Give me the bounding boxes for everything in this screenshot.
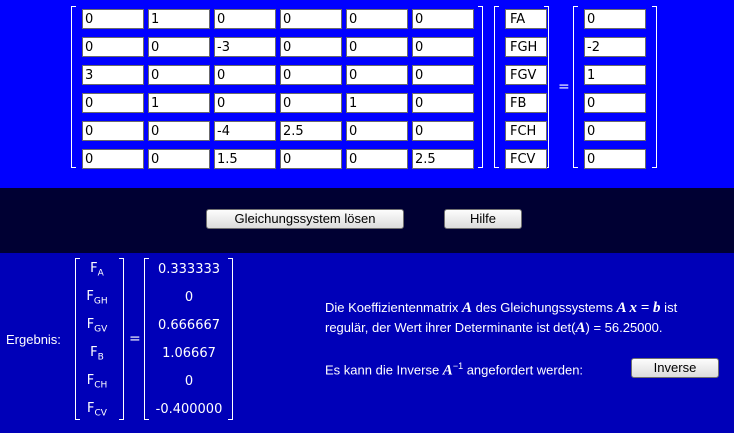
result-value: 0.666667 (157, 318, 221, 333)
equals-sign: = (558, 79, 570, 95)
result-value: 0 (184, 374, 194, 389)
symbols-bracket-left (75, 258, 80, 420)
rhs-cell[interactable]: 1 (584, 65, 646, 85)
matrix-cell[interactable]: 0 (82, 149, 144, 169)
result-equals-sign: = (129, 331, 141, 347)
matrix-cell[interactable]: 0 (82, 121, 144, 141)
matrix-cell[interactable]: 1 (148, 9, 210, 29)
matrix-cell[interactable]: 0 (280, 149, 342, 169)
matrix-cell[interactable]: 0 (412, 37, 474, 57)
matrix-cell[interactable]: 3 (82, 65, 144, 85)
matrix-cell[interactable]: 0 (280, 9, 342, 29)
solve-system-button[interactable]: Gleichungssystem lösen (206, 209, 404, 229)
rhs-bracket-right (652, 6, 657, 168)
matrix-cell[interactable]: 0 (148, 149, 210, 169)
message-line-3: Es kann die Inverse A−1 angefordert werd… (325, 361, 584, 379)
result-symbol: FGH (86, 289, 108, 307)
values-bracket-right (228, 258, 233, 420)
matrix-cell[interactable]: 1.5 (214, 149, 276, 169)
matrix-cell[interactable]: 1 (148, 93, 210, 113)
matrix-cell[interactable]: 0 (412, 121, 474, 141)
matrix-bracket-right (478, 6, 483, 168)
variables-bracket-right (544, 6, 549, 168)
result-value: 0.333333 (157, 262, 221, 277)
message-line-1: Die Koeffizientenmatrix A des Gleichungs… (325, 300, 678, 316)
rhs-cell[interactable]: 0 (584, 121, 646, 141)
variable-cell[interactable]: FA (505, 9, 547, 29)
matrix-cell[interactable]: 0 (82, 93, 144, 113)
variable-cell[interactable]: FGV (505, 65, 547, 85)
matrix-cell[interactable]: 0 (280, 93, 342, 113)
variable-cell[interactable]: FCH (505, 121, 547, 141)
result-value: 0 (184, 290, 194, 305)
result-value: -0.400000 (155, 402, 223, 417)
variables-bracket-left (494, 6, 499, 168)
matrix-cell[interactable]: 0 (346, 65, 408, 85)
matrix-cell[interactable]: 0 (148, 65, 210, 85)
matrix-cell[interactable]: 0 (214, 65, 276, 85)
message-line-2: regulär, der Wert ihrer Determinante ist… (325, 320, 663, 336)
matrix-cell[interactable]: 0 (148, 37, 210, 57)
matrix-bracket-left (71, 6, 76, 168)
matrix-cell[interactable]: 0 (346, 9, 408, 29)
matrix-cell[interactable]: -4 (214, 121, 276, 141)
inverse-button[interactable]: Inverse (631, 358, 719, 378)
variable-cell[interactable]: FCV (505, 149, 547, 169)
matrix-cell[interactable]: 0 (148, 121, 210, 141)
matrix-cell[interactable]: 0 (412, 93, 474, 113)
matrix-cell[interactable]: 0 (412, 65, 474, 85)
matrix-cell[interactable]: 0 (214, 93, 276, 113)
result-symbol: FB (90, 345, 104, 363)
rhs-cell[interactable]: 0 (584, 149, 646, 169)
matrix-cell[interactable]: 0 (280, 37, 342, 57)
matrix-cell[interactable]: 0 (346, 149, 408, 169)
rhs-cell[interactable]: 0 (584, 9, 646, 29)
result-symbol: FCH (86, 373, 108, 391)
values-bracket-left (144, 258, 149, 420)
matrix-cell[interactable]: 0 (214, 9, 276, 29)
matrix-cell[interactable]: 0 (82, 37, 144, 57)
rhs-cell[interactable]: -2 (584, 37, 646, 57)
matrix-cell[interactable]: 2.5 (280, 121, 342, 141)
matrix-cell[interactable]: 0 (412, 9, 474, 29)
matrix-cell[interactable]: 0 (82, 9, 144, 29)
matrix-cell[interactable]: 2.5 (412, 149, 474, 169)
result-symbol: FCV (87, 401, 107, 419)
variable-cell[interactable]: FB (505, 93, 547, 113)
matrix-cell[interactable]: -3 (214, 37, 276, 57)
result-label: Ergebnis: (6, 332, 61, 347)
help-button[interactable]: Hilfe (444, 209, 522, 229)
variable-cell[interactable]: FGH (505, 37, 547, 57)
matrix-cell[interactable]: 0 (346, 37, 408, 57)
symbols-bracket-right (119, 258, 124, 420)
rhs-cell[interactable]: 0 (584, 93, 646, 113)
matrix-cell[interactable]: 0 (280, 65, 342, 85)
result-value: 1.06667 (162, 346, 216, 361)
rhs-bracket-left (573, 6, 578, 168)
matrix-cell[interactable]: 0 (346, 121, 408, 141)
matrix-cell[interactable]: 1 (346, 93, 408, 113)
result-symbol: FA (90, 261, 104, 279)
result-symbol: FGV (86, 317, 108, 335)
